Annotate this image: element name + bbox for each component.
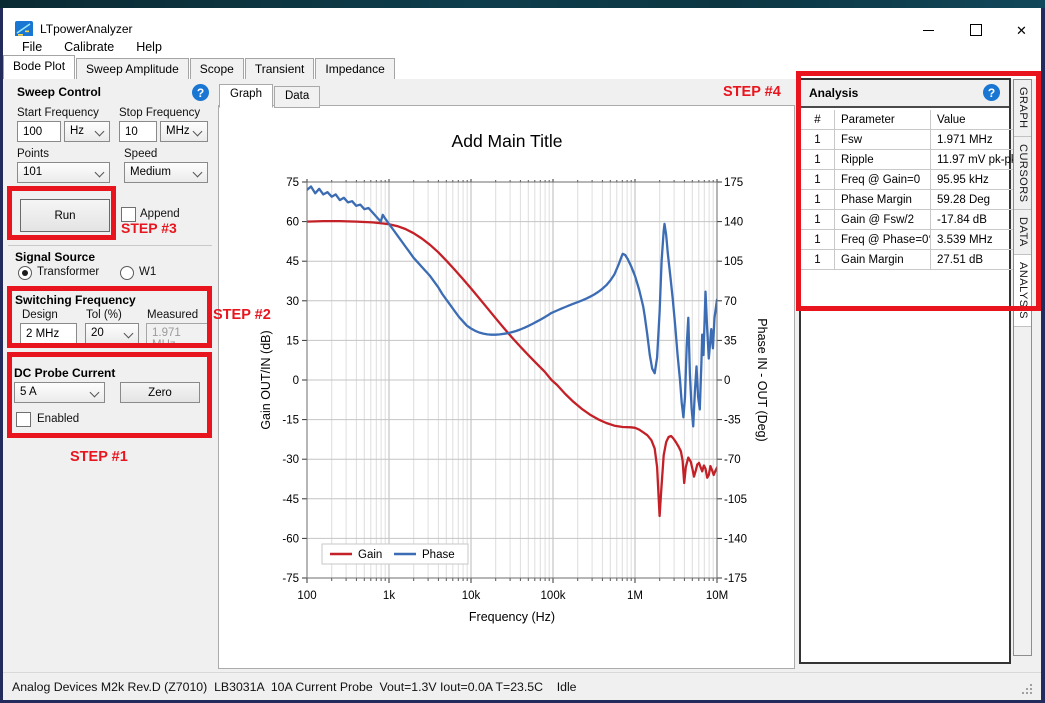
bode-plot-chart: 100 1k 10k 100k 1M 10M 75 175 60 140 45 105 30 70 15 35…: [218, 105, 795, 669]
start-frequency-input[interactable]: [17, 121, 61, 142]
svg-text:100: 100: [297, 590, 316, 602]
divider: [8, 245, 212, 246]
svg-text:100k: 100k: [541, 590, 566, 602]
svg-text:-105: -105: [724, 494, 747, 506]
chevron-down-icon: [193, 168, 203, 178]
points-label: Points: [17, 148, 49, 160]
screen: LTpowerAnalyzer ✕ FileCalibrateHelp Bode…: [0, 0, 1045, 703]
svg-text:-45: -45: [282, 494, 299, 506]
close-icon: ✕: [1016, 24, 1027, 37]
stop-frequency-label: Stop Frequency: [119, 107, 200, 119]
svg-text:-75: -75: [282, 573, 299, 585]
svg-text:-30: -30: [282, 454, 299, 466]
stop-unit-dropdown[interactable]: MHz: [160, 121, 208, 142]
tab-transient[interactable]: Transient: [245, 58, 315, 79]
step2-label: STEP #2: [213, 307, 271, 323]
menu-calibrate[interactable]: Calibrate: [53, 37, 125, 57]
svg-text:1M: 1M: [627, 590, 643, 602]
annotation-box-dc-probe: [7, 352, 212, 438]
chart-tab-graph[interactable]: Graph: [219, 84, 273, 108]
menubar: FileCalibrateHelp: [3, 36, 1041, 58]
chart-title: Add Main Title: [452, 131, 563, 151]
svg-text:175: 175: [724, 177, 743, 189]
svg-text:Phase: Phase: [422, 549, 455, 561]
svg-text:10M: 10M: [706, 590, 728, 602]
y-axis-label-right: Phase IN - OUT (Deg): [755, 318, 769, 441]
statusbar: Analog Devices M2k Rev.D (Z7010) LB3031A…: [3, 672, 1041, 700]
svg-text:-70: -70: [724, 454, 741, 466]
help-icon[interactable]: ?: [192, 84, 209, 101]
svg-text:30: 30: [286, 296, 299, 308]
annotation-box-run: [7, 186, 116, 240]
transformer-label: Transformer: [37, 266, 99, 278]
speed-label: Speed: [124, 148, 157, 160]
tab-impedance[interactable]: Impedance: [315, 58, 394, 79]
transformer-radio[interactable]: [18, 266, 32, 280]
menu-file[interactable]: File: [11, 37, 53, 57]
svg-text:70: 70: [724, 296, 737, 308]
step3-label: STEP #3: [121, 220, 177, 236]
maximize-icon: [970, 24, 982, 36]
x-axis-label: Frequency (Hz): [469, 610, 555, 624]
titlebar: LTpowerAnalyzer ✕: [3, 8, 1041, 36]
step4-label: STEP #4: [723, 84, 781, 100]
menu-help[interactable]: Help: [125, 37, 173, 57]
svg-text:105: 105: [724, 256, 743, 268]
status-text: Analog Devices M2k Rev.D (Z7010) LB3031A…: [12, 680, 577, 694]
chevron-down-icon: [95, 168, 105, 178]
annotation-box-switching-frequency: [7, 286, 212, 348]
signal-source-title: Signal Source: [15, 250, 95, 264]
w1-radio[interactable]: [120, 266, 134, 280]
svg-text:-35: -35: [724, 415, 741, 427]
svg-text:0: 0: [724, 375, 730, 387]
start-unit-dropdown[interactable]: Hz: [64, 121, 110, 142]
chart-tab-data[interactable]: Data: [274, 86, 320, 108]
svg-text:10k: 10k: [462, 590, 481, 602]
tab-sweep-amplitude[interactable]: Sweep Amplitude: [76, 58, 189, 79]
append-label: Append: [140, 208, 180, 220]
svg-text:Gain: Gain: [358, 549, 382, 561]
y-axis-label-left: Gain OUT/IN (dB): [259, 330, 273, 429]
svg-text:-175: -175: [724, 573, 747, 585]
tab-scope[interactable]: Scope: [190, 58, 244, 79]
tab-bode-plot[interactable]: Bode Plot: [3, 55, 75, 79]
svg-text:15: 15: [286, 335, 299, 347]
svg-text:0: 0: [293, 375, 299, 387]
start-frequency-label: Start Frequency: [17, 107, 99, 119]
chart-tabstrip: GraphData: [219, 84, 321, 108]
svg-text:60: 60: [286, 217, 299, 229]
svg-text:75: 75: [286, 177, 299, 189]
svg-text:-140: -140: [724, 533, 747, 545]
points-dropdown[interactable]: 101: [17, 162, 110, 183]
chevron-down-icon: [193, 127, 203, 137]
sweep-control-title: Sweep Control: [17, 85, 101, 99]
svg-text:45: 45: [286, 256, 299, 268]
svg-text:35: 35: [724, 335, 737, 347]
svg-text:-60: -60: [282, 533, 299, 545]
chevron-down-icon: [95, 127, 105, 137]
window-title: LTpowerAnalyzer: [40, 22, 132, 36]
minimize-icon: [923, 30, 934, 31]
resize-grip[interactable]: [1030, 692, 1032, 694]
annotation-box-analysis: [796, 71, 1041, 311]
svg-text:-15: -15: [282, 415, 299, 427]
step1-label: STEP #1: [70, 449, 128, 465]
w1-label: W1: [139, 266, 156, 278]
stop-frequency-input[interactable]: [119, 121, 157, 142]
svg-text:140: 140: [724, 217, 743, 229]
desktop-background: [0, 0, 1045, 8]
speed-dropdown[interactable]: Medium: [124, 162, 208, 183]
svg-text:1k: 1k: [383, 590, 395, 602]
